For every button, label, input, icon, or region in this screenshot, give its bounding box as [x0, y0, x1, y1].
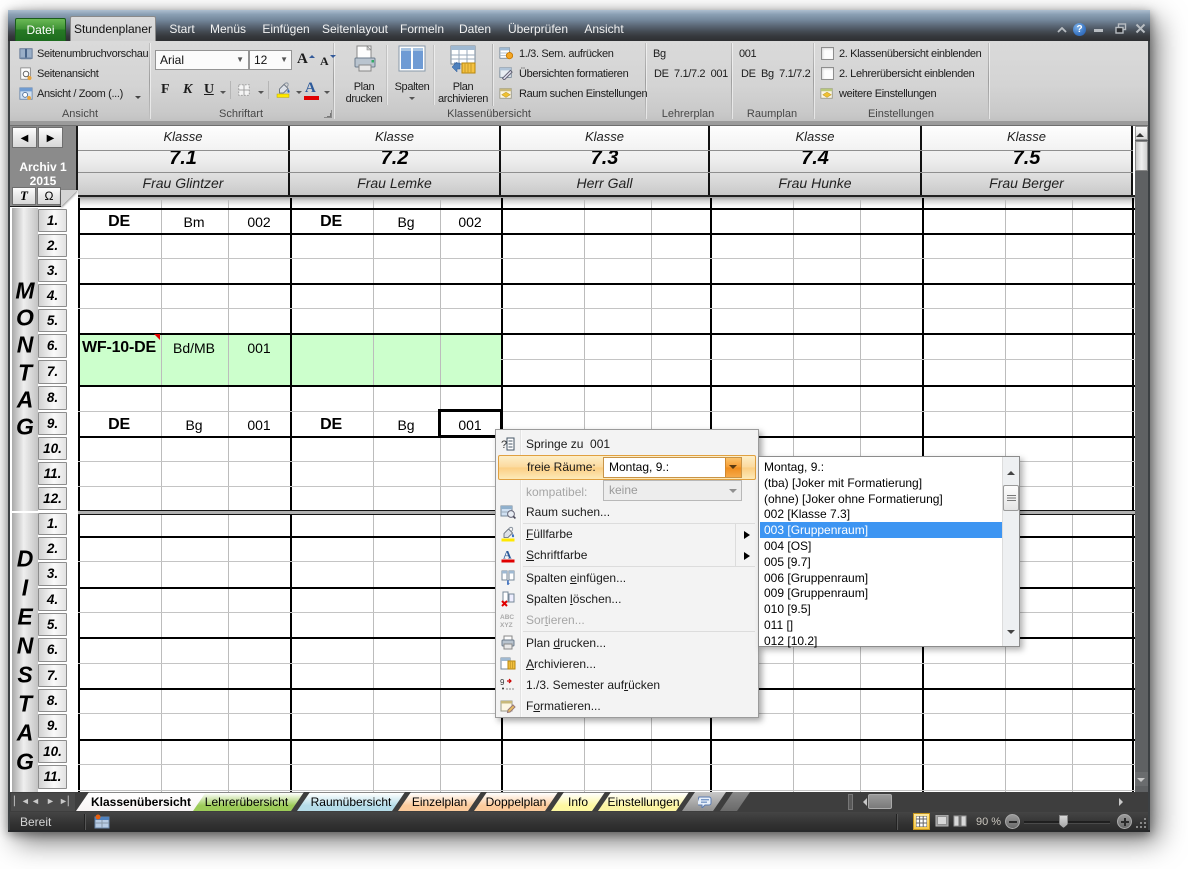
svg-text:ABC: ABC	[500, 614, 514, 621]
svg-text:?: ?	[501, 439, 507, 451]
svg-text:A: A	[503, 548, 512, 562]
svg-text:9: 9	[500, 678, 505, 687]
svg-text:XYZ: XYZ	[500, 622, 513, 628]
